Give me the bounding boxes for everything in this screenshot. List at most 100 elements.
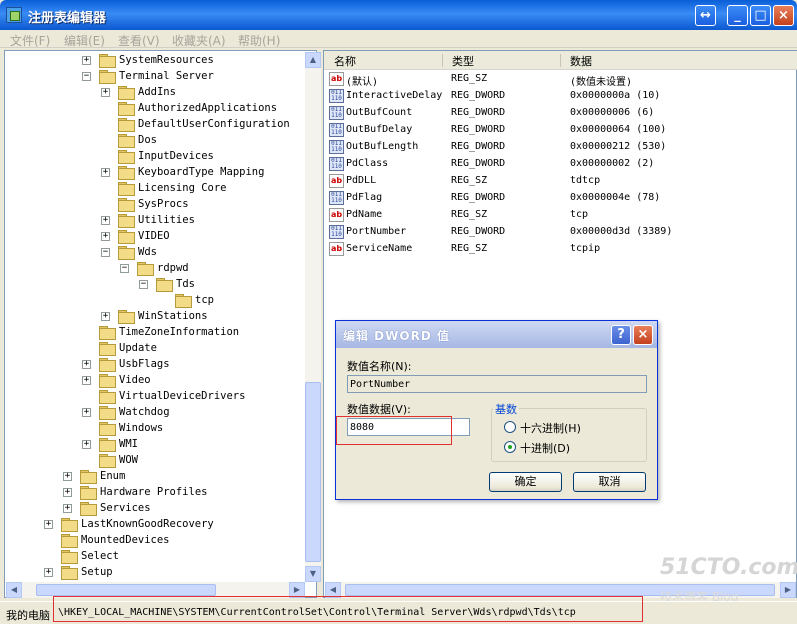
scroll-right-icon[interactable]: ▶ xyxy=(780,582,796,598)
expand-icon[interactable]: + xyxy=(101,216,110,225)
expand-icon[interactable]: + xyxy=(82,360,91,369)
value-row[interactable]: 011 110 PdFlag REG_DWORD 0x0000004e (78) xyxy=(324,190,784,207)
value-row[interactable]: ab PdDLL REG_SZ tdtcp xyxy=(324,173,784,190)
tree-item[interactable]: + LastKnownGoodRecovery xyxy=(5,517,303,533)
tree-item[interactable]: + WMI xyxy=(5,437,303,453)
tree-item[interactable]: − rdpwd xyxy=(5,261,303,277)
value-row[interactable]: 011 110 PdClass REG_DWORD 0x00000002 (2) xyxy=(324,156,784,173)
expand-icon[interactable]: + xyxy=(101,232,110,241)
hex-radio-label[interactable]: 十六进制(H) xyxy=(520,420,581,436)
expand-icon[interactable]: + xyxy=(82,408,91,417)
value-row[interactable]: 011 110 OutBufCount REG_DWORD 0x00000006 (6… xyxy=(324,105,784,122)
tree-item[interactable]: − Terminal Server xyxy=(5,69,303,85)
column-name[interactable]: 名称 xyxy=(334,53,356,70)
tree-item[interactable]: MountedDevices xyxy=(5,533,303,549)
tree-item[interactable]: + Video xyxy=(5,373,303,389)
hex-radio[interactable] xyxy=(504,421,516,433)
maximize-button[interactable]: □ xyxy=(750,5,771,26)
tree-item[interactable]: + Services xyxy=(5,501,303,517)
scroll-thumb[interactable] xyxy=(305,382,321,562)
tree-item[interactable]: + Utilities xyxy=(5,213,303,229)
tree-item[interactable]: WOW xyxy=(5,453,303,469)
column-data[interactable]: 数据 xyxy=(570,53,592,70)
tree-item[interactable]: AuthorizedApplications xyxy=(5,101,303,117)
dialog-close-icon[interactable]: × xyxy=(633,325,653,345)
expand-icon[interactable]: + xyxy=(82,56,91,65)
tree-item[interactable]: InputDevices xyxy=(5,149,303,165)
tree-item[interactable]: + Enum xyxy=(5,469,303,485)
value-data: 0x00000002 (2) xyxy=(570,158,655,169)
value-row[interactable]: 011 110 OutBufLength REG_DWORD 0x00000212 (… xyxy=(324,139,784,156)
folder-icon xyxy=(99,422,116,436)
expand-icon[interactable]: + xyxy=(44,520,53,529)
menu-view[interactable]: 查看(V) xyxy=(118,32,160,49)
tree-item[interactable]: − Wds xyxy=(5,245,303,261)
expand-icon[interactable]: + xyxy=(63,472,72,481)
tree-item[interactable]: Select xyxy=(5,549,303,565)
tree-item[interactable]: + UsbFlags xyxy=(5,357,303,373)
menu-file[interactable]: 文件(F) xyxy=(10,32,50,49)
tree-item[interactable]: + Hardware Profiles xyxy=(5,485,303,501)
tree-item[interactable]: + SystemResources xyxy=(5,53,303,69)
watermark: 51CTO.com xyxy=(660,555,797,580)
tree-item[interactable]: tcp xyxy=(5,293,303,309)
tree-item[interactable]: VirtualDeviceDrivers xyxy=(5,389,303,405)
tree-vertical-scrollbar[interactable]: ▲ ▼ xyxy=(305,52,321,582)
minimize-button[interactable]: _ xyxy=(727,5,748,26)
close-button[interactable]: × xyxy=(773,5,794,26)
collapse-icon[interactable]: − xyxy=(82,72,91,81)
tree-item[interactable]: + AddIns xyxy=(5,85,303,101)
collapse-icon[interactable]: − xyxy=(101,248,110,257)
scroll-up-icon[interactable]: ▲ xyxy=(305,52,321,68)
menu-favorites[interactable]: 收藏夹(A) xyxy=(172,32,226,49)
expand-icon[interactable]: + xyxy=(101,168,110,177)
tree-item[interactable]: + Setup xyxy=(5,565,303,581)
tree-item-label: AuthorizedApplications xyxy=(138,102,278,114)
expand-icon[interactable]: + xyxy=(101,88,110,97)
dialog-title-bar[interactable]: 编辑 DWORD 值 ? × xyxy=(336,321,657,348)
value-row[interactable]: 011 110 InteractiveDelay REG_DWORD 0x000000… xyxy=(324,88,784,105)
title-bar[interactable]: 注册表编辑器 ↔ _ □ × xyxy=(0,0,797,30)
column-type[interactable]: 类型 xyxy=(452,53,474,70)
value-type: REG_DWORD xyxy=(451,192,506,203)
expand-icon[interactable]: + xyxy=(63,488,72,497)
tree-item[interactable]: DefaultUserConfiguration xyxy=(5,117,303,133)
tree-item[interactable]: Update xyxy=(5,341,303,357)
menu-help[interactable]: 帮助(H) xyxy=(238,32,280,49)
restore-icon[interactable]: ↔ xyxy=(695,5,716,26)
help-icon[interactable]: ? xyxy=(611,325,631,345)
tree-item[interactable]: + Watchdog xyxy=(5,405,303,421)
tree-item[interactable]: + KeyboardType Mapping xyxy=(5,165,303,181)
tree-item[interactable]: + WinStations xyxy=(5,309,303,325)
value-row[interactable]: ab (默认) REG_SZ (数值未设置) xyxy=(324,71,784,88)
value-row[interactable]: ab ServiceName REG_SZ tcpip xyxy=(324,241,784,258)
expand-icon[interactable]: + xyxy=(101,312,110,321)
hscroll-thumb[interactable] xyxy=(36,584,216,596)
expand-icon[interactable]: + xyxy=(63,504,72,513)
collapse-icon[interactable]: − xyxy=(120,264,129,273)
registry-tree[interactable]: + SystemResources − Terminal Server + AddIns A… xyxy=(4,50,321,598)
tree-item[interactable]: Licensing Core xyxy=(5,181,303,197)
menu-bar: 文件(F) 编辑(E) 查看(V) 收藏夹(A) 帮助(H) xyxy=(0,30,797,48)
tree-item[interactable]: − Tds xyxy=(5,277,303,293)
menu-edit[interactable]: 编辑(E) xyxy=(64,32,105,49)
collapse-icon[interactable]: − xyxy=(139,280,148,289)
tree-item[interactable]: + VIDEO xyxy=(5,229,303,245)
dec-radio[interactable] xyxy=(504,441,516,453)
tree-item[interactable]: Dos xyxy=(5,133,303,149)
expand-icon[interactable]: + xyxy=(44,568,53,577)
value-row[interactable]: 011 110 OutBufDelay REG_DWORD 0x00000064 (1… xyxy=(324,122,784,139)
tree-item[interactable]: Windows xyxy=(5,421,303,437)
expand-icon[interactable]: + xyxy=(82,440,91,449)
tree-item[interactable]: TimeZoneInformation xyxy=(5,325,303,341)
tree-item[interactable]: SysProcs xyxy=(5,197,303,213)
dec-radio-label[interactable]: 十进制(D) xyxy=(520,440,570,456)
tree-item-label: tcp xyxy=(195,294,214,306)
expand-icon[interactable]: + xyxy=(82,376,91,385)
value-row[interactable]: ab PdName REG_SZ tcp xyxy=(324,207,784,224)
scroll-left-icon[interactable]: ◀ xyxy=(6,582,22,598)
cancel-button[interactable]: 取消 xyxy=(573,472,646,492)
value-row[interactable]: 011 110 PortNumber REG_DWORD 0x00000d3d (33… xyxy=(324,224,784,241)
ok-button[interactable]: 确定 xyxy=(489,472,562,492)
scroll-down-icon[interactable]: ▼ xyxy=(305,566,321,582)
